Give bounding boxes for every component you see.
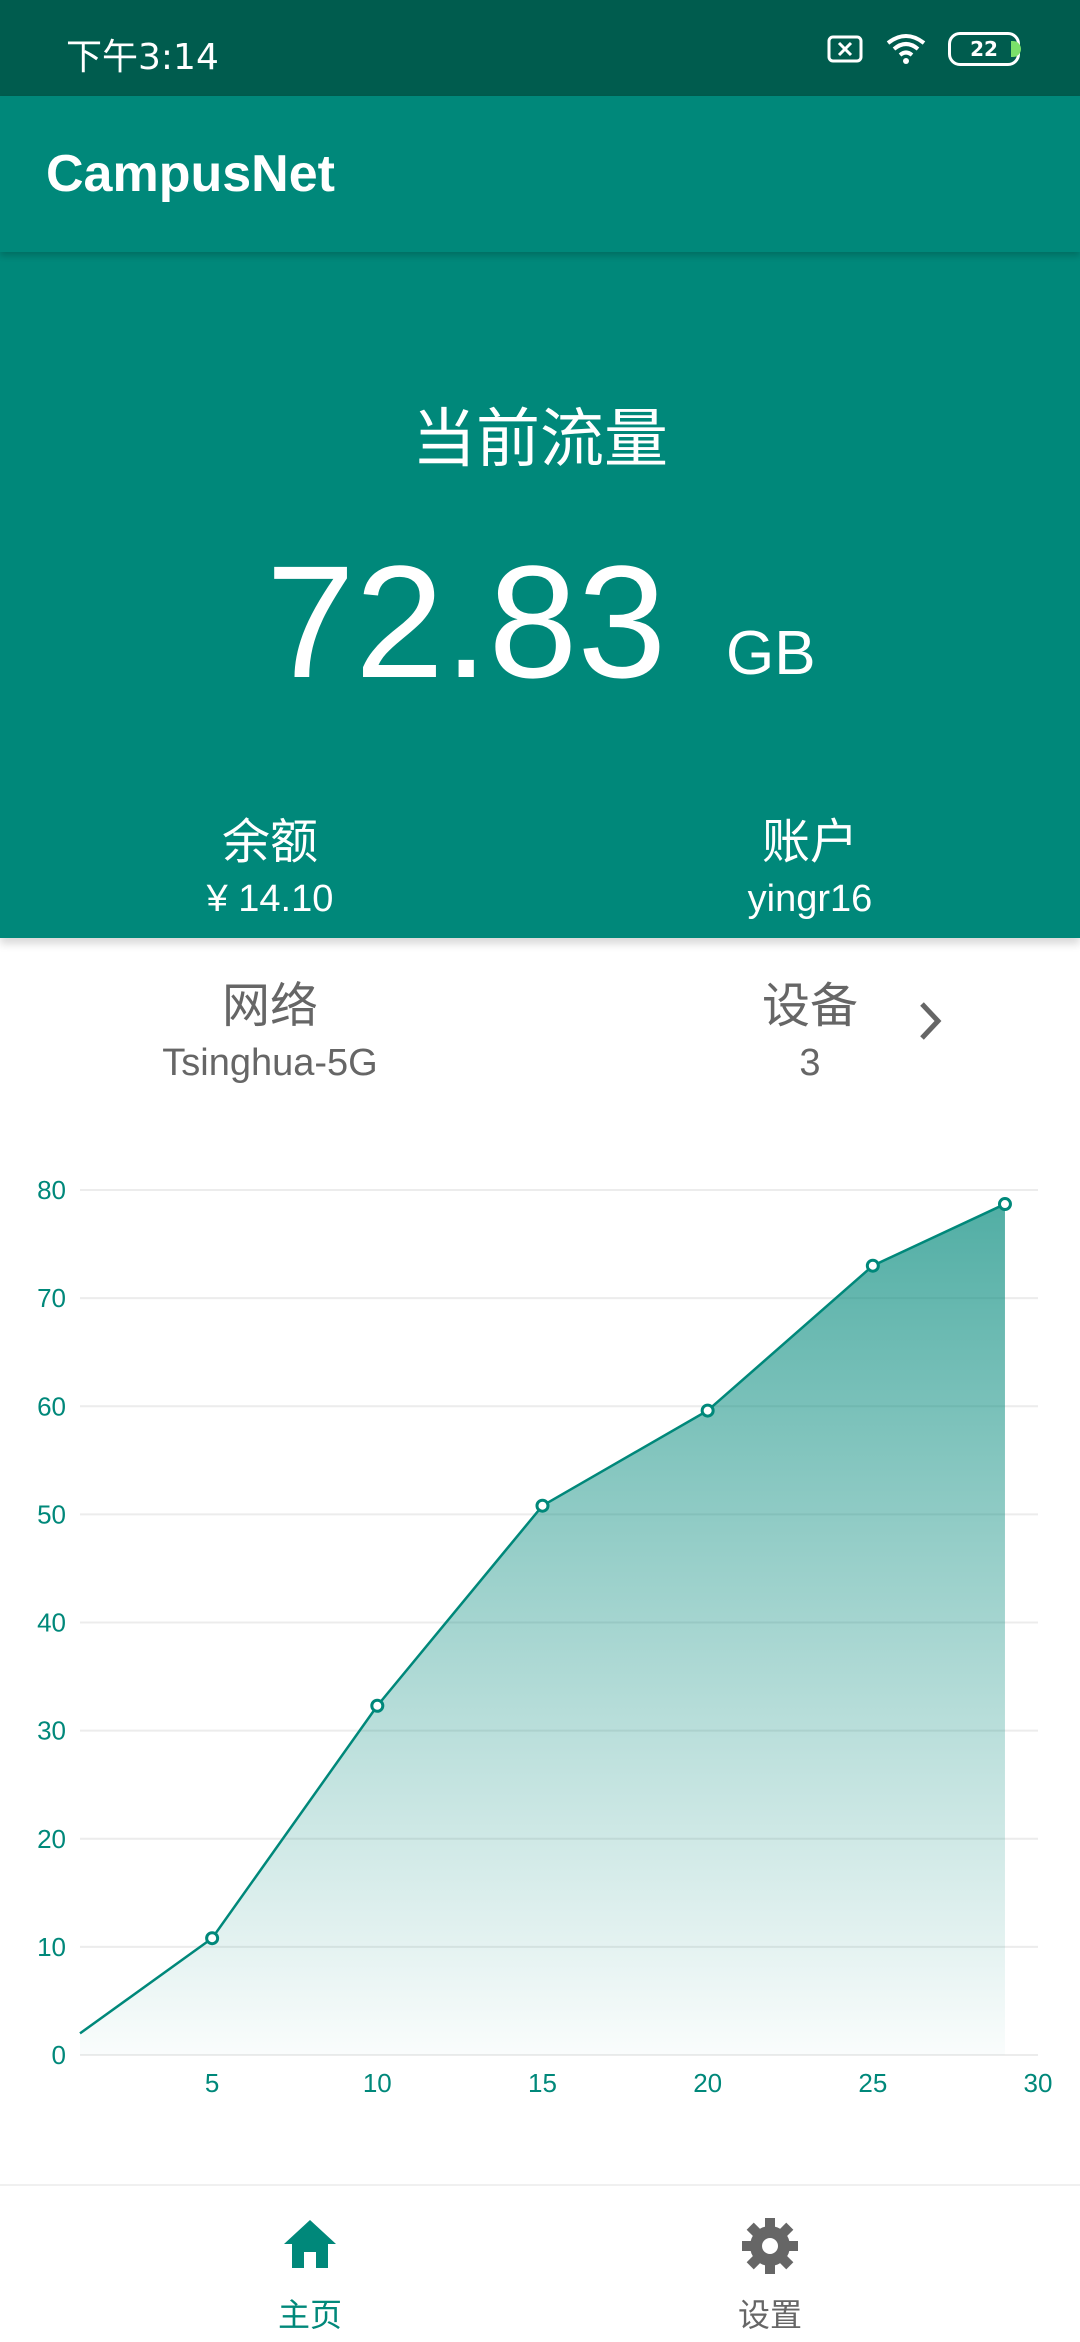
usage-card: 当前流量 72.83 GB 余额 ¥ 14.10 账户 yingr16 (0, 252, 1080, 938)
x-tick-label: 5 (205, 2068, 219, 2098)
home-icon (284, 2220, 336, 2268)
sim-card-icon (827, 35, 863, 63)
data-point (205, 1931, 220, 1946)
status-time: 下午3:14 (66, 37, 219, 78)
nav-home[interactable]: 主页 (40, 2186, 580, 2342)
x-tick-label: 20 (693, 2068, 722, 2098)
x-tick-label: 10 (363, 2068, 392, 2098)
usage-chart: 0 10 20 30 40 50 60 70 80 5 10 15 20 25 30 (37, 1175, 1053, 2098)
bottom-navigation: 主页 设置 (0, 2184, 1080, 2342)
battery-icon: 22 (948, 32, 1021, 66)
chevron-right-icon[interactable] (910, 996, 950, 1046)
network-label: 网络 (221, 978, 318, 1034)
data-point (370, 1698, 385, 1713)
data-point (997, 1197, 1012, 1212)
y-tick-label: 30 (37, 1716, 66, 1746)
status-bar: 下午3:14 22 (0, 0, 1080, 96)
data-point (535, 1498, 550, 1513)
y-tick-label: 10 (37, 1932, 66, 1962)
battery-level: 22 (970, 37, 998, 61)
usage-label: 当前流量 (412, 403, 668, 477)
y-tick-label: 0 (52, 2040, 66, 2070)
y-tick-label: 60 (37, 1391, 66, 1421)
network-value: Tsinghua-5G (162, 1042, 378, 1084)
data-point (700, 1403, 715, 1418)
y-tick-label: 70 (37, 1283, 66, 1313)
account-stat: 账户 yingr16 (610, 802, 1010, 921)
account-value: yingr16 (747, 878, 873, 920)
gear-icon (742, 2218, 798, 2274)
devices-stat[interactable]: 设备 3 (610, 966, 1010, 1085)
y-tick-label: 80 (37, 1175, 66, 1205)
data-point (865, 1258, 880, 1273)
usage-unit: GB (726, 619, 816, 688)
y-tick-label: 40 (37, 1608, 66, 1638)
devices-value: 3 (799, 1042, 821, 1084)
wifi-icon (886, 34, 926, 64)
y-tick-label: 20 (37, 1824, 66, 1854)
balance-stat: 余额 ¥ 14.10 (70, 802, 470, 921)
devices-label: 设备 (761, 978, 858, 1034)
x-tick-label: 30 (1024, 2068, 1053, 2098)
nav-home-label: 主页 (277, 2296, 342, 2334)
status-icons: 22 (826, 32, 1021, 66)
nav-settings[interactable]: 设置 (500, 2186, 1040, 2342)
y-tick-label: 50 (37, 1499, 66, 1529)
usage-value: 72.83 (266, 532, 667, 711)
balance-value: ¥ 14.10 (206, 878, 334, 920)
x-tick-label: 15 (528, 2068, 557, 2098)
nav-settings-label: 设置 (737, 2296, 802, 2334)
balance-label: 余额 (221, 814, 318, 870)
x-tick-label: 25 (858, 2068, 887, 2098)
network-stat: 网络 Tsinghua-5G (70, 966, 470, 1085)
account-label: 账户 (761, 814, 858, 870)
app-title: CampusNet (46, 145, 335, 203)
app-bar: CampusNet (0, 96, 1080, 252)
